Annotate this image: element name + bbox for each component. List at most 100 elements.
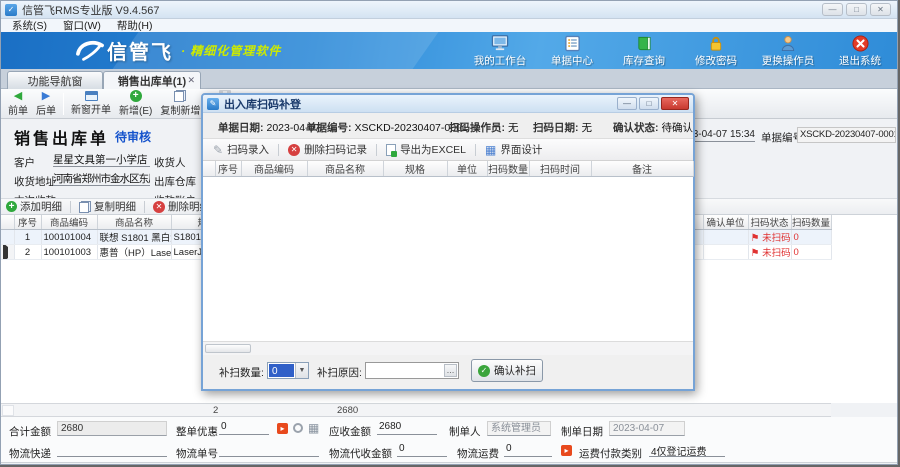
freight-field[interactable]: 0	[504, 443, 552, 457]
delete-scan-record-button[interactable]: ✕删除扫码记录	[288, 142, 367, 157]
scrollbar-thumb[interactable]	[205, 344, 251, 353]
express-label: 物流快递	[9, 446, 51, 461]
freight-check-icon[interactable]: ▸	[561, 445, 572, 456]
dcol-seq[interactable]: 序号	[215, 161, 241, 177]
receiver-label: 收货人	[154, 155, 186, 170]
export-excel-button[interactable]: 导出为EXCEL	[386, 142, 466, 157]
document-center-button[interactable]: 单据中心	[543, 35, 601, 68]
layout-icon: ▦	[485, 144, 496, 156]
make-date-field: 2023-04-07	[609, 421, 685, 436]
col-confirm-unit[interactable]: 确认单位	[703, 215, 748, 230]
dialog-maximize-button[interactable]: □	[639, 97, 659, 110]
cod-field[interactable]: 0	[397, 443, 447, 457]
copy-add-button[interactable]: 复制新增	[156, 90, 204, 117]
total-amount-field[interactable]: 2680	[57, 421, 167, 436]
maker-field: 系统管理员	[487, 421, 551, 436]
address-field[interactable]: 河南省郑州市金水区东风路	[53, 171, 150, 186]
supplement-reason-input[interactable]	[367, 364, 445, 377]
inventory-query-button[interactable]: 库存查询	[615, 35, 673, 68]
col-scan-qty[interactable]: 扫码数量	[791, 215, 831, 230]
list-icon	[564, 35, 581, 52]
dcol-code[interactable]: 商品编码	[241, 161, 307, 177]
change-operator-button[interactable]: 更换操作员	[759, 35, 817, 68]
col-scan-status[interactable]: 扫码状态	[748, 215, 791, 230]
lock-icon	[708, 35, 724, 52]
maximize-button[interactable]: □	[846, 3, 867, 16]
arrow-right-icon: ▶	[42, 91, 50, 102]
express-field[interactable]	[57, 443, 167, 457]
next-doc-button[interactable]: ▶后单	[32, 90, 60, 117]
freight-label: 物流运费	[457, 446, 499, 461]
col-code[interactable]: 商品编码	[41, 215, 97, 230]
brand-slogan: · 精细化管理软件	[181, 42, 281, 59]
dcol-qty[interactable]: 扫码数量	[487, 161, 529, 177]
dlg-operator-label: 扫码操作员:	[449, 122, 505, 134]
dcol-spec[interactable]: 规格	[383, 161, 447, 177]
menu-system[interactable]: 系统(S)	[5, 18, 54, 33]
dlg-status-value: 待确认	[662, 122, 694, 134]
dcol-unit[interactable]: 单位	[447, 161, 487, 177]
add-doc-button[interactable]: +新增(E)	[115, 90, 156, 117]
express-no-field[interactable]	[219, 443, 319, 457]
delete-icon: ✕	[153, 201, 165, 213]
ui-design-button[interactable]: ▦界面设计	[485, 142, 542, 157]
pencil-icon: ✎	[213, 144, 223, 156]
dialog-footer: 补扫数量: 0 ▼ 补扫原因: … ✓ 确认补扫	[203, 355, 693, 389]
express-no-label: 物流单号	[176, 446, 218, 461]
dialog-horizontal-scrollbar[interactable]	[203, 341, 693, 355]
confirm-scan-button[interactable]: ✓ 确认补扫	[471, 359, 543, 382]
supplement-reason-wrap: …	[365, 362, 459, 379]
maker-label: 制单人	[449, 424, 481, 439]
tab-close-icon[interactable]: ✕	[187, 75, 195, 86]
discount-field[interactable]: 0	[219, 421, 269, 435]
document-title: 销售出库单	[14, 125, 109, 149]
application-window: ✓ 信管飞RMS专业版 V9.4.567 — □ ✕ 系统(S) 窗口(W) 帮…	[0, 0, 898, 465]
copy-icon	[79, 201, 91, 213]
check-icon: ✓	[478, 365, 490, 377]
freight-type-field[interactable]: 4仅登记运费	[649, 443, 725, 457]
refresh-icon[interactable]	[293, 423, 303, 433]
autocalc-icon[interactable]: ▸	[277, 423, 288, 434]
supplement-qty-combo[interactable]: 0 ▼	[267, 362, 309, 379]
receivable-label: 应收金额	[329, 424, 371, 439]
minimize-button[interactable]: —	[822, 3, 843, 16]
arrow-left-icon: ◀	[14, 91, 22, 102]
workbench-button[interactable]: 我的工作台	[471, 35, 529, 68]
dialog-toolbar: ✎扫码录入 ✕删除扫码记录 导出为EXCEL ▦界面设计	[203, 139, 693, 161]
dlg-status-label: 确认状态:	[613, 122, 659, 134]
dcol-time[interactable]: 扫码时间	[529, 161, 591, 177]
total-amount: 2680	[337, 405, 358, 416]
exit-icon	[852, 35, 869, 52]
warehouse-label: 出库仓库	[154, 174, 196, 189]
copy-icon	[174, 90, 186, 102]
col-seq[interactable]: 序号	[14, 215, 41, 230]
grid-icon[interactable]: ▦	[308, 422, 319, 434]
change-password-button[interactable]: 修改密码	[687, 35, 745, 68]
close-button[interactable]: ✕	[870, 3, 891, 16]
new-window-button[interactable]: 新窗开单	[67, 90, 115, 117]
col-name[interactable]: 商品名称	[97, 215, 171, 230]
scan-entry-button[interactable]: ✎扫码录入	[213, 142, 269, 157]
window-icon	[85, 91, 98, 101]
menu-help[interactable]: 帮助(H)	[110, 18, 160, 33]
exit-system-button[interactable]: 退出系统	[831, 35, 889, 68]
customer-field[interactable]: 星星文具第一小学店	[53, 152, 150, 167]
tab-navigation[interactable]: 功能导航窗	[7, 71, 103, 89]
prev-doc-button[interactable]: ◀前单	[4, 90, 32, 117]
dialog-info-bar: 单据日期:2023-04-07 单据编号:XSCKD-20230407-0001…	[203, 113, 693, 139]
copy-detail-button[interactable]: 复制明细	[79, 199, 136, 214]
dialog-close-button[interactable]: ✕	[661, 97, 689, 110]
add-detail-button[interactable]: +添加明细	[6, 199, 62, 214]
dialog-icon: ✎	[207, 98, 219, 110]
plus-icon: +	[130, 90, 142, 102]
dialog-minimize-button[interactable]: —	[617, 97, 637, 110]
chevron-down-icon[interactable]: ▼	[295, 363, 308, 378]
dcol-note[interactable]: 备注	[591, 161, 693, 177]
menu-window[interactable]: 窗口(W)	[56, 18, 108, 33]
tab-sales-outbound[interactable]: 销售出库单(1) ✕	[103, 71, 201, 89]
doc-no-field[interactable]: XSCKD-20230407-0001	[797, 127, 896, 143]
receivable-field[interactable]: 2680	[377, 421, 437, 435]
discount-label: 整单优惠	[176, 424, 218, 439]
ellipsis-button[interactable]: …	[444, 364, 457, 377]
dcol-name[interactable]: 商品名称	[307, 161, 383, 177]
